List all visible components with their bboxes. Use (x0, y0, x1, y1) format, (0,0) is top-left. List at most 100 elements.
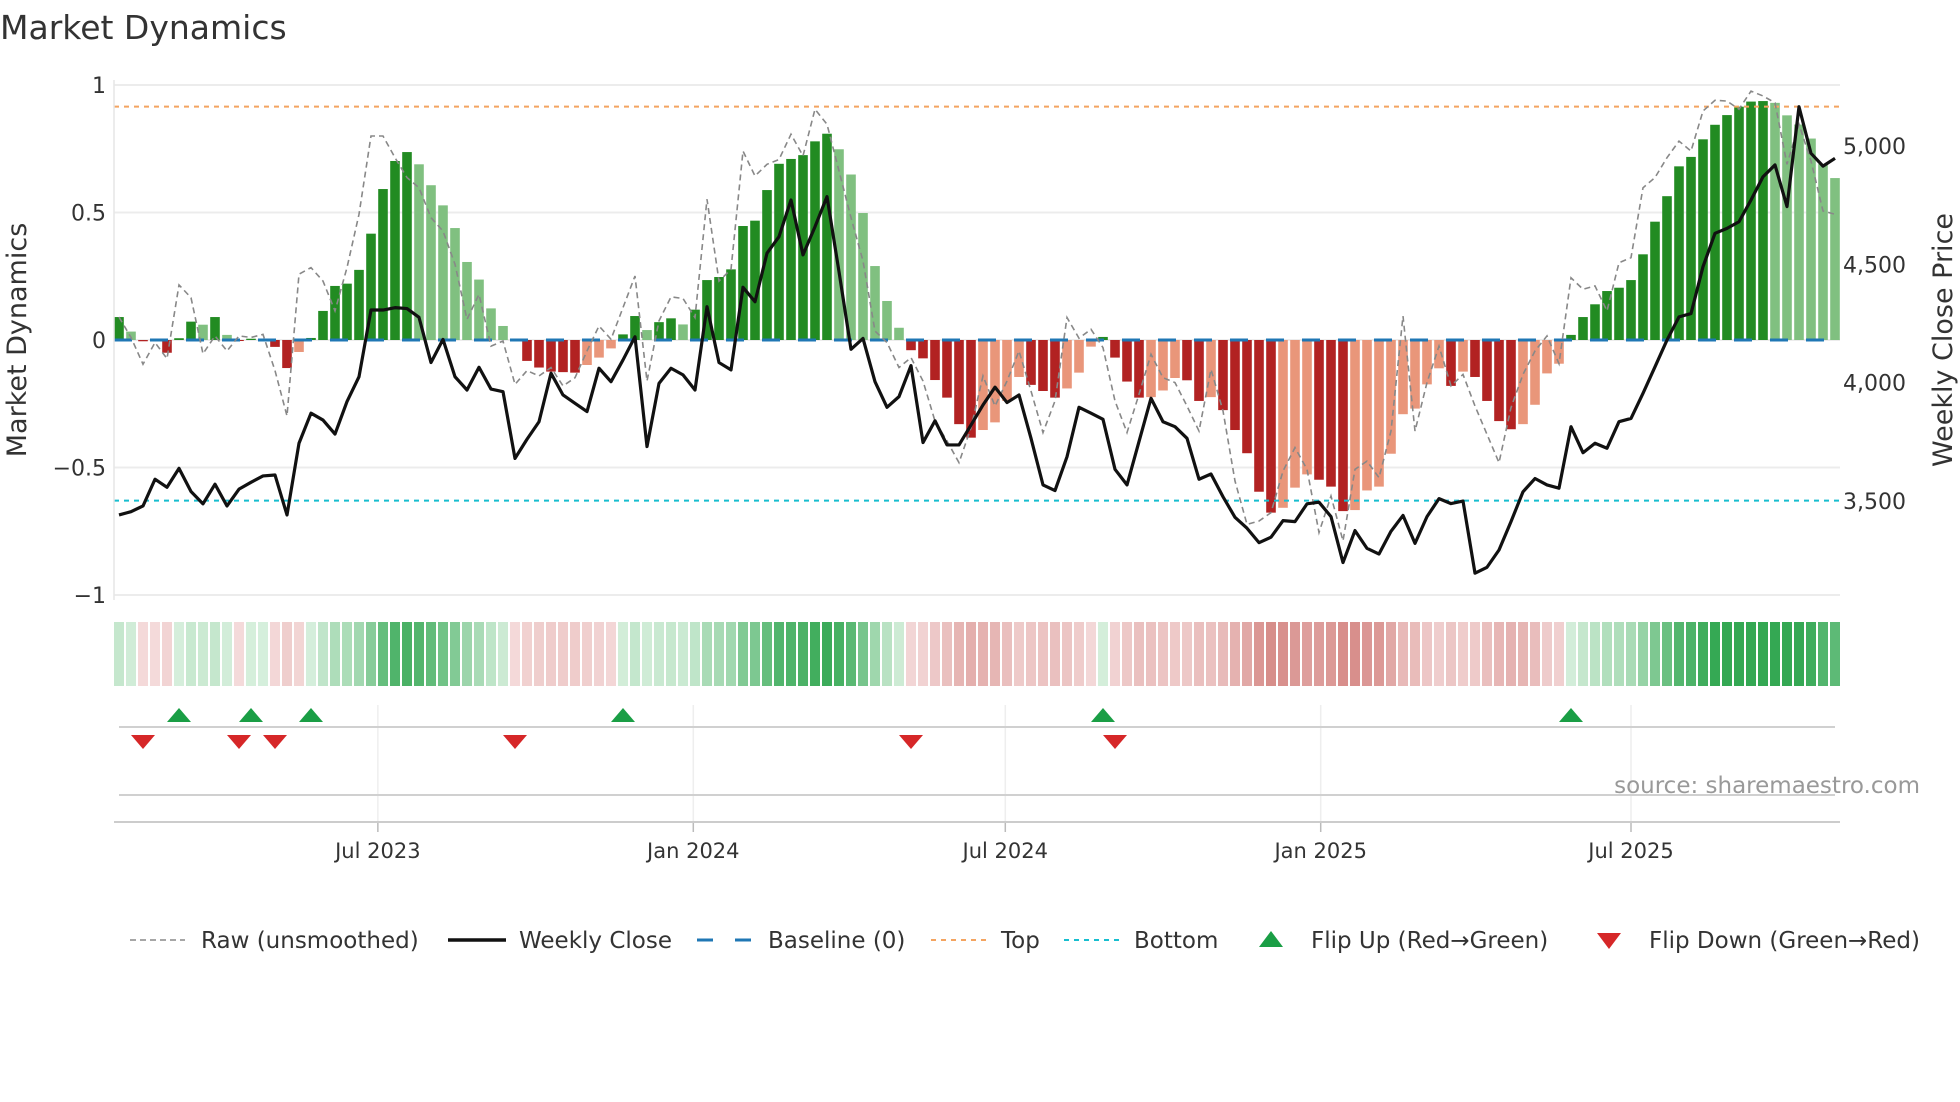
heat-cell (858, 622, 868, 686)
dynamics-bar (1002, 340, 1012, 401)
dynamics-bar (1494, 340, 1504, 422)
heat-cell (1698, 622, 1708, 686)
heat-cell (1314, 622, 1324, 686)
heat-cell (798, 622, 808, 686)
heat-cell (1350, 622, 1360, 686)
legend-item-top: Top (931, 928, 1040, 954)
dynamics-bar (1626, 280, 1636, 340)
dynamics-bar (1662, 196, 1672, 340)
dynamics-bar (534, 340, 544, 368)
heat-cell (450, 622, 460, 686)
heat-cell (1506, 622, 1516, 686)
heat-cell (630, 622, 640, 686)
heat-cell (1434, 622, 1444, 686)
heat-cell (1266, 622, 1276, 686)
dynamics-bar (282, 340, 292, 369)
dynamics-bar (1122, 340, 1132, 382)
heat-cell (930, 622, 940, 686)
heat-cell (342, 622, 352, 686)
heat-cell (954, 622, 964, 686)
heat-cell (1062, 622, 1072, 686)
dynamics-bar (186, 321, 196, 340)
heat-cell (702, 622, 712, 686)
heat-cell (1554, 622, 1564, 686)
dynamics-bar (1794, 124, 1804, 341)
heat-cell (150, 622, 160, 686)
dynamics-bar (726, 269, 736, 340)
y2-tick-label: 3,500 (1843, 490, 1906, 515)
heat-cell (1146, 622, 1156, 686)
dynamics-bar (1110, 340, 1120, 358)
dynamics-bar (774, 163, 784, 340)
y2-axis-title: Weekly Close Price (1928, 213, 1959, 467)
dynamics-bar (822, 133, 832, 340)
raw-series-line (118, 90, 1836, 542)
dynamics-bar (1242, 340, 1252, 454)
heat-cell (234, 622, 244, 686)
heat-cell (1002, 622, 1012, 686)
dynamics-bar (1362, 340, 1372, 491)
heat-cell (1710, 622, 1720, 686)
heat-cell (990, 622, 1000, 686)
dynamics-bar (1650, 221, 1660, 340)
heat-cell (474, 622, 484, 686)
heat-cell (1662, 622, 1672, 686)
heat-cell (666, 622, 676, 686)
heat-cell (270, 622, 280, 686)
heat-cell (1794, 622, 1804, 686)
heat-cell (738, 622, 748, 686)
dynamics-bar (1050, 340, 1060, 398)
dynamics-bar (498, 325, 508, 340)
heat-cell (186, 622, 196, 686)
heat-cell (966, 622, 976, 686)
y-tick-label: 1 (92, 74, 106, 99)
heat-cell (510, 622, 520, 686)
heat-cell (1446, 622, 1456, 686)
heat-cell (1770, 622, 1780, 686)
heat-cell (846, 622, 856, 686)
dynamics-bar (210, 317, 220, 340)
heat-cell (654, 622, 664, 686)
heat-cell (918, 622, 928, 686)
heat-cell (594, 622, 604, 686)
heat-cell (462, 622, 472, 686)
heat-cell (354, 622, 364, 686)
dynamics-bar (1146, 340, 1156, 398)
dynamics-bar (1746, 101, 1756, 340)
dynamics-bar (486, 308, 496, 340)
heat-cell (714, 622, 724, 686)
dynamics-bar (1698, 139, 1708, 340)
y-tick-label: 0.5 (71, 202, 106, 227)
heat-cell (1782, 622, 1792, 686)
dynamics-bar (1530, 340, 1540, 405)
y-tick-label: 0 (92, 329, 106, 354)
dynamics-bar (246, 338, 256, 340)
legend-label: Bottom (1134, 928, 1218, 954)
heat-cell (1530, 622, 1540, 686)
heat-cell (138, 622, 148, 686)
heat-cell (726, 622, 736, 686)
heat-cell (870, 622, 880, 686)
y2-tick-label: 5,000 (1843, 135, 1906, 160)
heat-cell (1326, 622, 1336, 686)
heat-cell (582, 622, 592, 686)
heat-cell (1818, 622, 1828, 686)
flip-up-marker (299, 708, 323, 722)
dynamics-bar (570, 340, 580, 373)
heat-cell (882, 622, 892, 686)
dynamics-bar (1386, 340, 1396, 454)
flip-down-marker (899, 735, 923, 749)
dynamics-bar (810, 141, 820, 340)
legend-item-down: Flip Down (Green→Red) (1597, 928, 1920, 954)
dynamics-bar (1026, 340, 1036, 385)
heat-cell (1182, 622, 1192, 686)
heat-cell (942, 622, 952, 686)
heat-cell (174, 622, 184, 686)
heat-cell (126, 622, 136, 686)
x-tick-label: Jan 2024 (645, 839, 740, 863)
dynamics-bar (1290, 340, 1300, 488)
x-tick-label: Jul 2025 (1586, 839, 1673, 863)
heat-cell (114, 622, 124, 686)
dynamics-bar (882, 300, 892, 340)
heat-cell (390, 622, 400, 686)
